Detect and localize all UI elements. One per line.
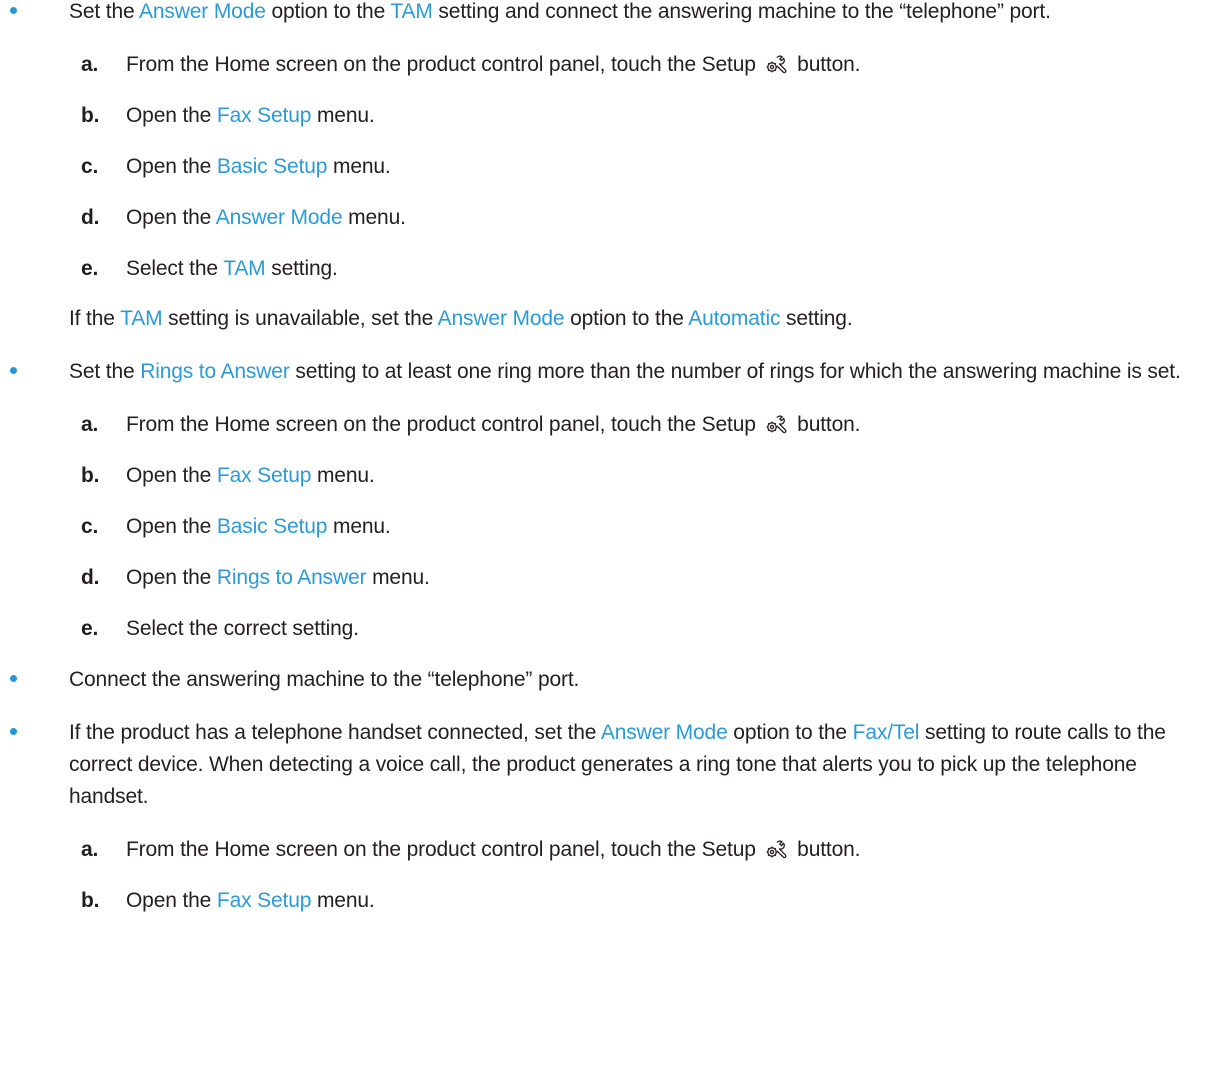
step-item: a. From the Home screen on the product c… — [69, 49, 1205, 81]
bullet-dot — [10, 7, 17, 14]
step-item: a. From the Home screen on the product c… — [69, 834, 1205, 866]
step-item: b. Open the Fax Setup menu. — [69, 460, 1205, 492]
bullet-item-handset: If the product has a telephone handset c… — [0, 717, 1211, 917]
step-item: d. Open the Answer Mode menu. — [69, 202, 1205, 234]
step-letter: c. — [81, 155, 99, 178]
bullet-text: If the product has a telephone handset c… — [69, 721, 1166, 808]
bullet-dot — [10, 728, 17, 735]
bullet-item-tam: Set the Answer Mode option to the TAM se… — [0, 0, 1211, 335]
bullet-text: Connect the answering machine to the “te… — [69, 668, 580, 691]
setup-wrench-gear-icon — [766, 415, 786, 434]
note-text: If the TAM setting is unavailable, set t… — [69, 307, 853, 330]
step-list: a. From the Home screen on the product c… — [69, 834, 1205, 917]
step-list: a. From the Home screen on the product c… — [69, 409, 1205, 645]
bullet-dot — [10, 367, 17, 374]
bullet-item-rings: Set the Rings to Answer setting to at le… — [0, 356, 1211, 645]
step-item: c. Open the Basic Setup menu. — [69, 151, 1205, 183]
step-letter: d. — [81, 206, 100, 229]
step-item: a. From the Home screen on the product c… — [69, 409, 1205, 441]
step-letter: d. — [81, 566, 100, 589]
step-item: c. Open the Basic Setup menu. — [69, 511, 1205, 543]
step-item: d. Open the Rings to Answer menu. — [69, 562, 1205, 594]
setup-wrench-gear-icon — [766, 55, 786, 74]
step-letter: a. — [81, 53, 99, 76]
step-letter: e. — [81, 617, 99, 640]
bullet-text: Set the Rings to Answer setting to at le… — [69, 360, 1181, 383]
step-letter: b. — [81, 889, 100, 912]
bullet-dot — [10, 675, 17, 682]
step-letter: c. — [81, 515, 99, 538]
bullet-item-connect: Connect the answering machine to the “te… — [0, 664, 1211, 696]
step-letter: a. — [81, 413, 99, 436]
step-letter: a. — [81, 838, 99, 861]
step-item: b. Open the Fax Setup menu. — [69, 885, 1205, 917]
document-body: Set the Answer Mode option to the TAM se… — [0, 0, 1211, 936]
step-item: e. Select the correct setting. — [69, 613, 1205, 645]
step-list: a. From the Home screen on the product c… — [69, 49, 1205, 285]
bullet-text: Set the Answer Mode option to the TAM se… — [69, 0, 1051, 23]
setup-wrench-gear-icon — [766, 840, 786, 859]
step-letter: b. — [81, 104, 100, 127]
step-letter: e. — [81, 257, 99, 280]
step-item: e. Select the TAM setting. — [69, 253, 1205, 285]
step-item: b. Open the Fax Setup menu. — [69, 100, 1205, 132]
step-letter: b. — [81, 464, 100, 487]
